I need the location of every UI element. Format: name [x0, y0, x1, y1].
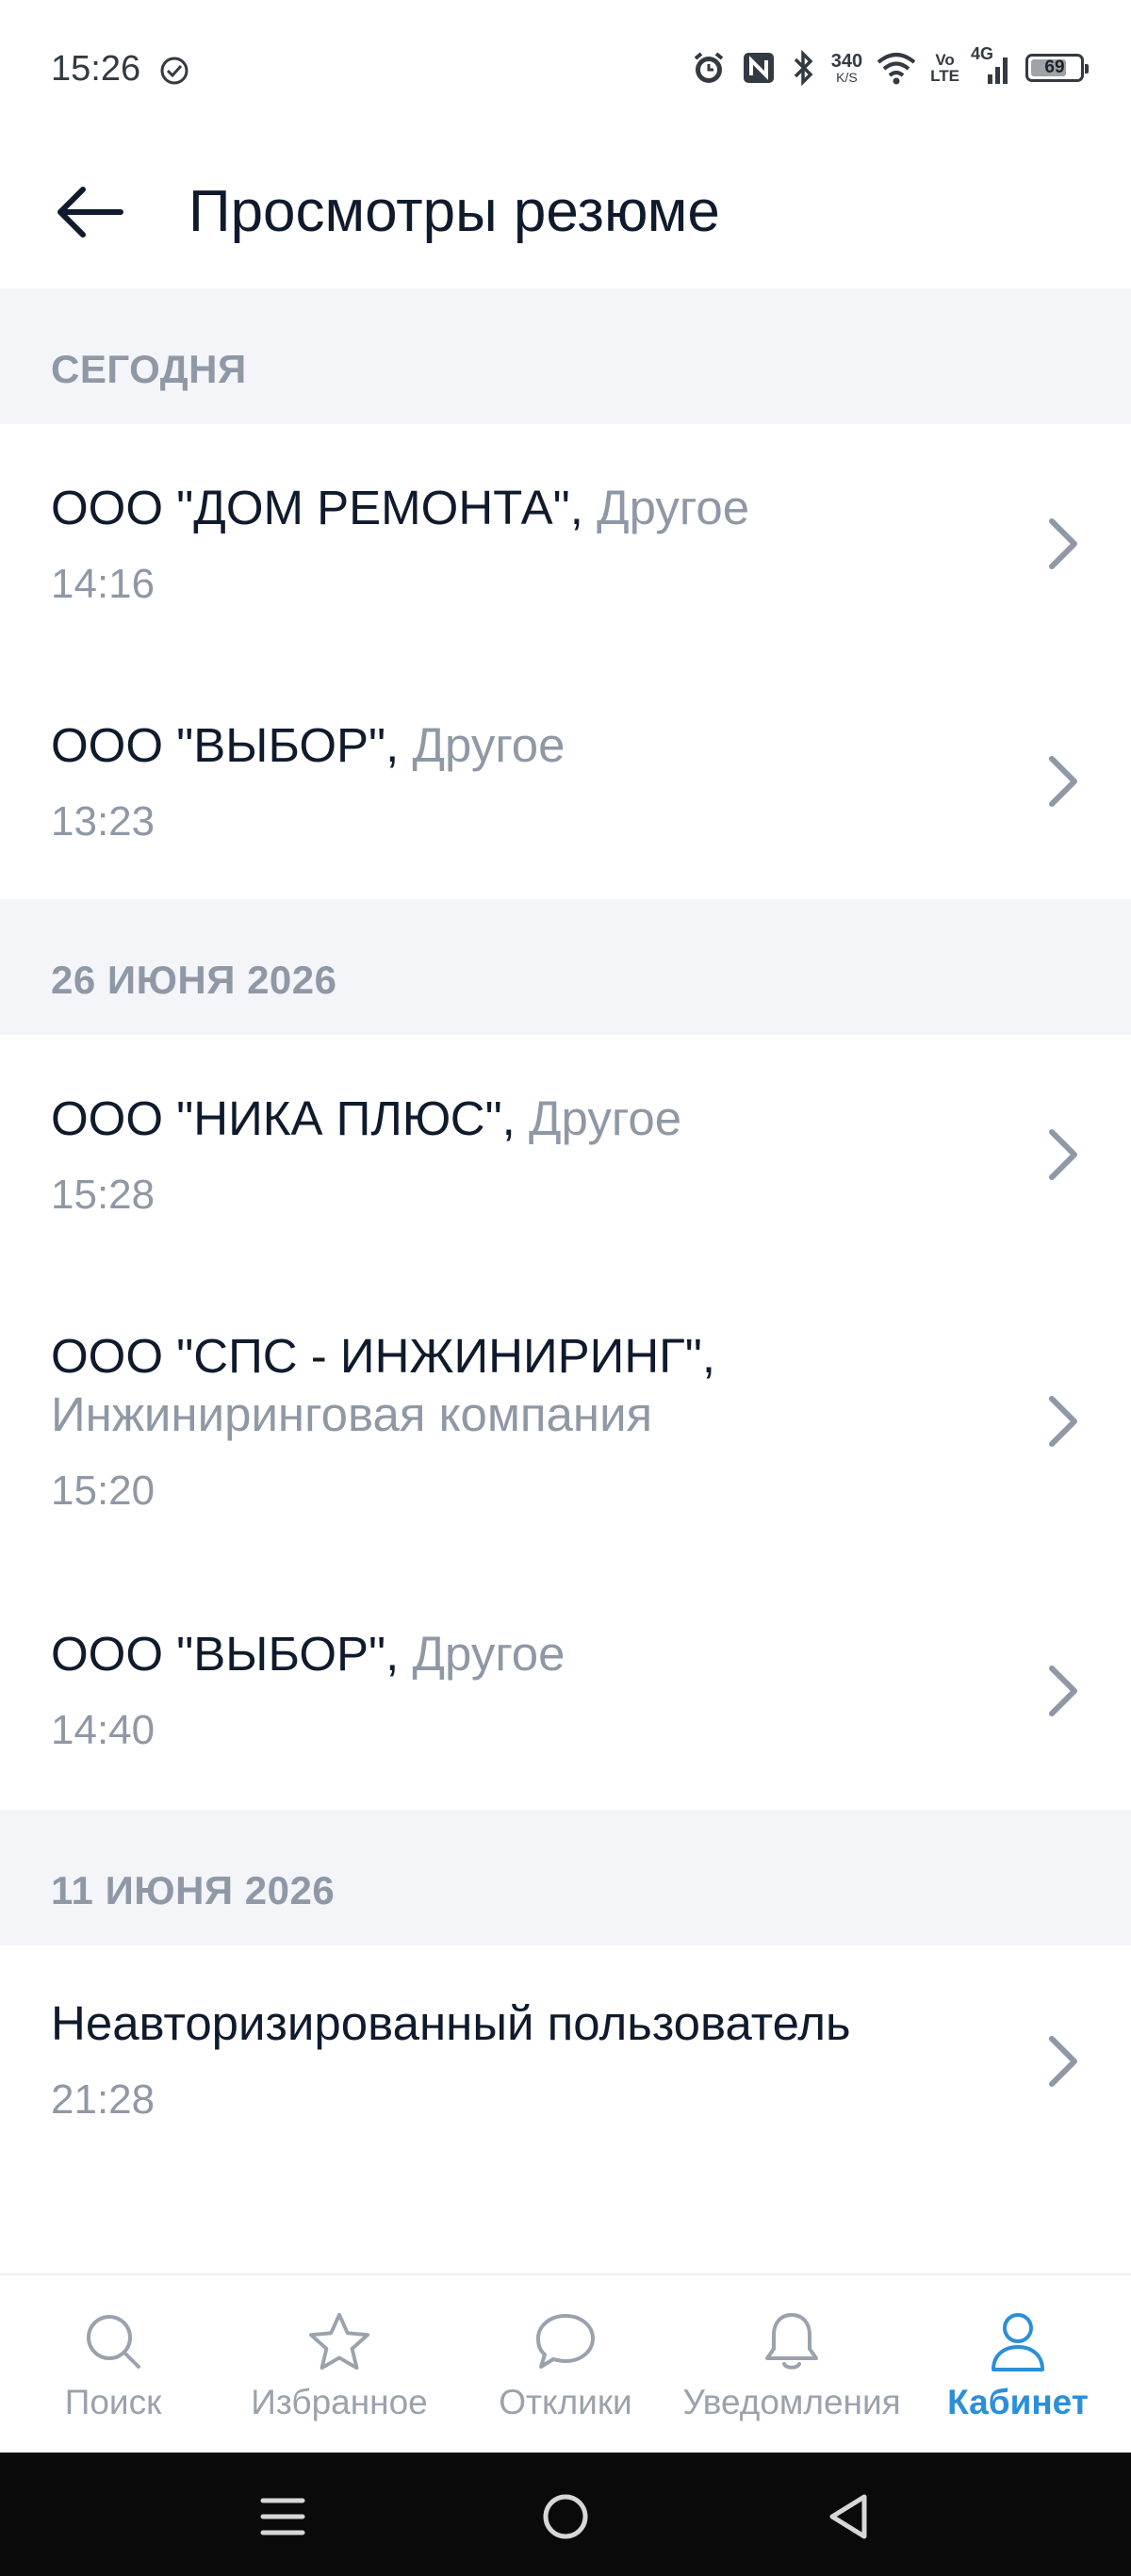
- section-header-today: СЕГОДНЯ: [0, 288, 1131, 424]
- company-category: Другое: [412, 1627, 566, 1681]
- system-nav-bar: [0, 2453, 1131, 2576]
- view-time: 21:28: [51, 2076, 156, 2123]
- view-time: 14:16: [51, 561, 156, 607]
- chevron-right-icon: [1049, 1665, 1077, 1716]
- battery-icon: 69: [1025, 54, 1089, 82]
- company-category: Другое: [412, 718, 566, 772]
- chevron-right-icon: [1049, 756, 1077, 807]
- user-icon: [986, 2309, 1050, 2373]
- nfc-icon: [741, 50, 777, 86]
- volte-indicator: Vo LTE: [930, 51, 959, 85]
- nav-item-favorites[interactable]: Избранное: [226, 2275, 452, 2454]
- nav-item-search[interactable]: Поиск: [0, 2275, 226, 2454]
- nav-label: Уведомления: [682, 2383, 901, 2421]
- nav-item-notifications[interactable]: Уведомления: [679, 2275, 905, 2454]
- chevron-right-icon: [1049, 518, 1077, 569]
- chat-bubble-icon: [533, 2309, 598, 2373]
- back-button[interactable]: [47, 170, 132, 254]
- alarm-icon: [690, 49, 728, 87]
- star-icon: [307, 2309, 371, 2373]
- status-bar: 15:26 340 K/S Vo LTE 4G 69: [0, 0, 1131, 141]
- company-name: Неавторизированный пользователь: [51, 1996, 851, 2050]
- chevron-right-icon: [1049, 1396, 1077, 1447]
- status-time: 15:26: [51, 49, 141, 89]
- arrow-left-icon: [57, 187, 123, 238]
- view-time: 15:28: [51, 1172, 156, 1218]
- network-speed: 340 K/S: [830, 51, 863, 85]
- check-circle-icon: [160, 57, 188, 85]
- view-time: 13:23: [51, 798, 156, 845]
- back-triangle-icon[interactable]: [811, 2479, 886, 2554]
- bluetooth-icon: [790, 49, 818, 87]
- menu-icon[interactable]: [245, 2479, 320, 2554]
- list-item[interactable]: ООО "НИКА ПЛЮС", Другое 15:28: [0, 1035, 1131, 1272]
- nav-item-responses[interactable]: Отклики: [452, 2275, 679, 2454]
- page-title: Просмотры резюме: [188, 179, 720, 244]
- chevron-right-icon: [1049, 2036, 1077, 2087]
- company-name: ООО "ВЫБОР",: [51, 1627, 400, 1681]
- list-item[interactable]: ООО "ВЫБОР", Другое 13:23: [0, 662, 1131, 899]
- nav-item-cabinet[interactable]: Кабинет: [905, 2275, 1131, 2454]
- company-name: ООО "ДОМ РЕМОНТА",: [51, 481, 583, 534]
- list-item[interactable]: ООО "ВЫБОР", Другое 14:40: [0, 1574, 1131, 1810]
- company-category: Другое: [529, 1091, 682, 1145]
- status-icons: 340 K/S Vo LTE 4G 69: [690, 43, 1089, 92]
- nav-label: Отклики: [499, 2383, 632, 2421]
- chevron-right-icon: [1049, 1129, 1077, 1180]
- bottom-nav: Поиск Избранное Отклики Уведомления Каби…: [0, 2273, 1131, 2454]
- view-time: 14:40: [51, 1707, 156, 1753]
- view-time: 15:20: [51, 1468, 156, 1514]
- list-item[interactable]: ООО "ДОМ РЕМОНТА", Другое 14:16: [0, 424, 1131, 662]
- signal-icon: 4G: [971, 44, 1012, 86]
- nav-label: Избранное: [251, 2383, 428, 2421]
- nav-label: Кабинет: [947, 2383, 1089, 2421]
- list-item[interactable]: Неавторизированный пользователь 21:28: [0, 1945, 1131, 2183]
- company-category: Инжиниринговая компания: [51, 1387, 653, 1441]
- nav-label: Поиск: [64, 2383, 162, 2421]
- home-icon[interactable]: [528, 2479, 603, 2554]
- list-item[interactable]: ООО "СПС - ИНЖИНИРИНГ", Инжиниринговая к…: [0, 1272, 1131, 1574]
- company-name: ООО "НИКА ПЛЮС",: [51, 1091, 516, 1145]
- wifi-icon: [876, 51, 917, 85]
- app-header: Просмотры резюме: [0, 141, 1131, 288]
- search-icon: [81, 2309, 145, 2373]
- company-category: Другое: [597, 481, 750, 534]
- company-name: ООО "ВЫБОР",: [51, 718, 400, 772]
- section-header-june-11: 11 ИЮНЯ 2026: [0, 1810, 1131, 1945]
- company-name: ООО "СПС - ИНЖИНИРИНГ",: [51, 1329, 716, 1383]
- bell-icon: [760, 2309, 824, 2373]
- section-header-june-26: 26 ИЮНЯ 2026: [0, 899, 1131, 1035]
